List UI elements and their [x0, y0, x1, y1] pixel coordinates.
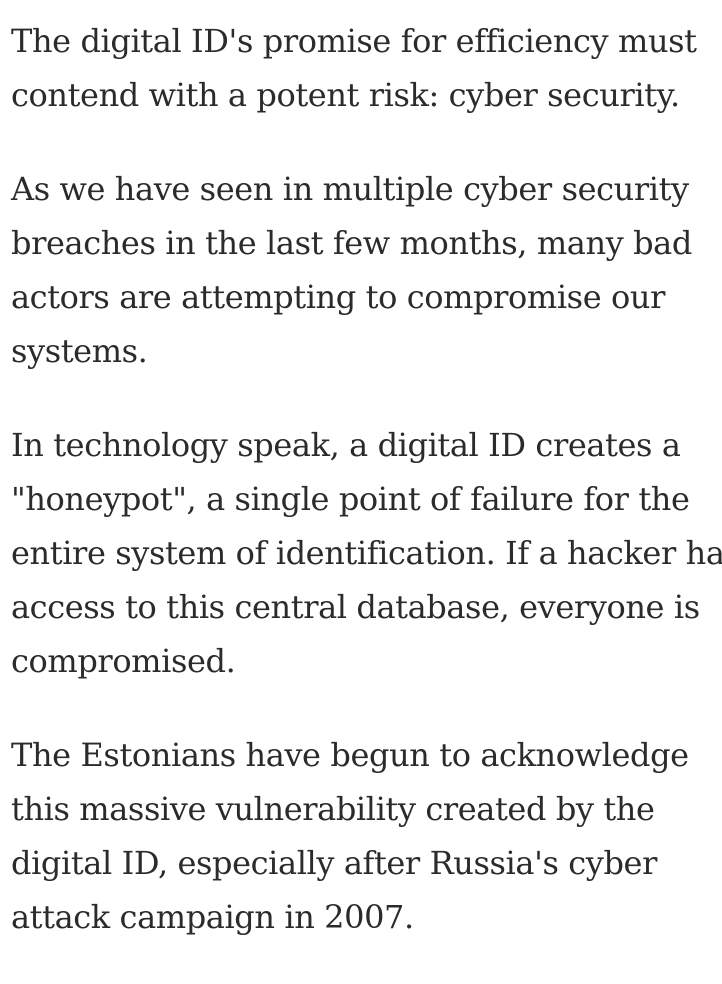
text-line: this massive vulnerability created by th…	[11, 790, 655, 828]
text-line: compromised.	[11, 642, 236, 680]
paragraph-2: As we have seen in multiple cyber securi…	[11, 162, 717, 378]
text-line: As we have seen in multiple cyber securi…	[11, 170, 689, 208]
text-line: digital ID, especially after Russia's cy…	[11, 844, 657, 882]
text-line: systems.	[11, 332, 148, 370]
text-line: The Estonians have begun to acknowledge	[11, 736, 689, 774]
text-line: contend with a potent risk: cyber securi…	[11, 76, 680, 114]
paragraph-1: The digital ID's promise for efficiency …	[11, 14, 717, 122]
text-line: attack campaign in 2007.	[11, 898, 414, 936]
text-line: actors are attempting to compromise our	[11, 278, 665, 316]
text-line: "honeypot", a single point of failure fo…	[11, 480, 690, 518]
text-line: The digital ID's promise for efficiency …	[11, 22, 697, 60]
paragraph-3: In technology speak, a digital ID create…	[11, 418, 722, 688]
text-line: access to this central database, everyon…	[11, 588, 700, 626]
text-line: entire system of identification. If a ha…	[11, 534, 722, 572]
article-body: The digital ID's promise for efficiency …	[11, 14, 722, 984]
text-line: In technology speak, a digital ID create…	[11, 426, 681, 464]
paragraph-4: The Estonians have begun to acknowledge …	[11, 728, 717, 944]
text-line: breaches in the last few months, many ba…	[11, 224, 692, 262]
